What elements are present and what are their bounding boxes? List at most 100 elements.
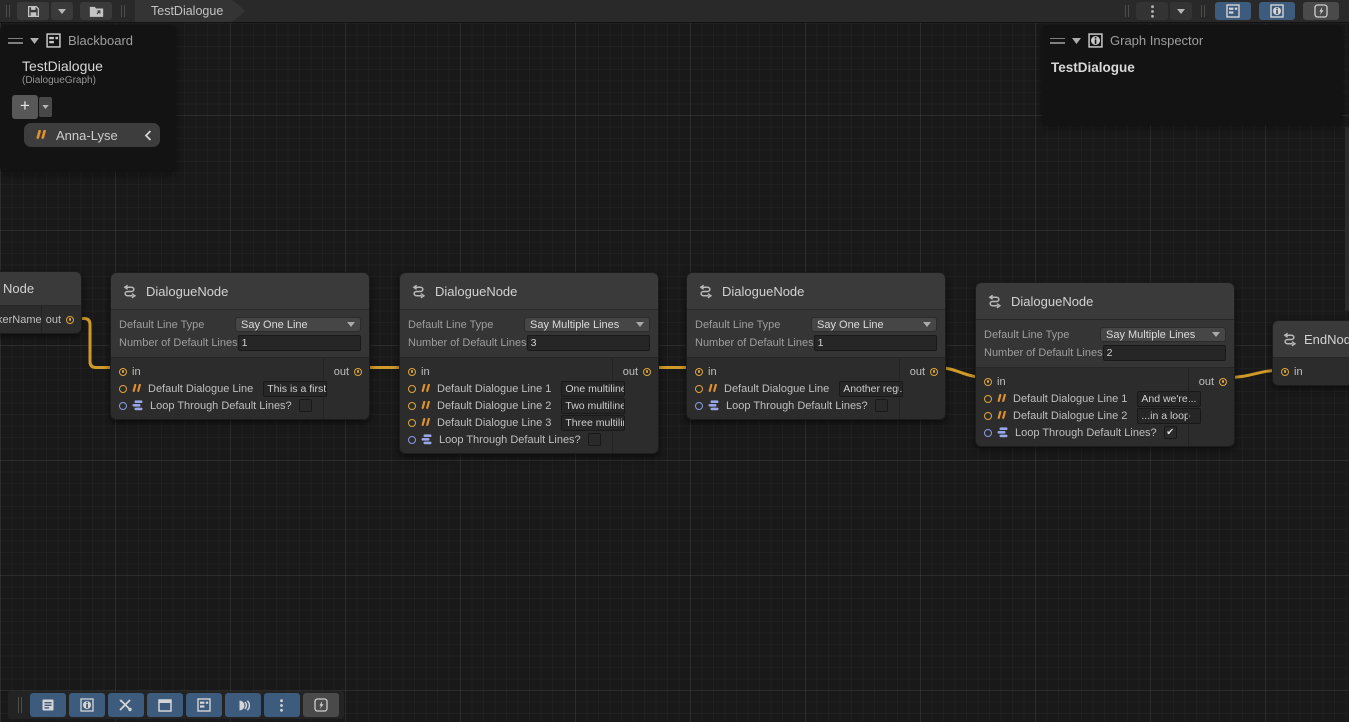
- dialogue-wave-button[interactable]: [225, 693, 261, 717]
- tools-button[interactable]: [108, 693, 144, 717]
- kebab-menu-icon: [1151, 5, 1154, 18]
- in-port[interactable]: [695, 368, 703, 376]
- toolbar-separator: [121, 5, 125, 17]
- dialogue-node-2[interactable]: DialogueNode Default Line Type Say Multi…: [399, 272, 659, 454]
- loop-checkbox[interactable]: [588, 433, 601, 446]
- toolbar-drag-handle[interactable]: [6, 5, 10, 17]
- dropdown-caret-icon: [1212, 332, 1220, 337]
- dialogue-line-field[interactable]: Another regu: [839, 381, 903, 397]
- top-toolbar: TestDialogue: [0, 0, 1349, 23]
- in-port[interactable]: [984, 378, 992, 386]
- spark-toggle-button[interactable]: [1303, 2, 1339, 20]
- dialogue-line-port[interactable]: [984, 395, 992, 403]
- collapse-caret-icon[interactable]: [1072, 38, 1081, 44]
- out-port[interactable]: [1219, 378, 1227, 386]
- dialogue-line-field[interactable]: This is a first: [263, 381, 327, 397]
- loop-port[interactable]: [984, 429, 992, 437]
- add-property-button[interactable]: +: [12, 95, 38, 119]
- line-type-dropdown[interactable]: Say One Line: [235, 317, 361, 332]
- spark-toggle-icon: [1314, 4, 1328, 18]
- dropdown-caret-icon: [42, 105, 49, 109]
- open-asset-button[interactable]: [80, 2, 112, 20]
- loop-port[interactable]: [119, 402, 127, 410]
- speaker-node-partial[interactable]: Node kerName out: [0, 271, 82, 334]
- inspector-header-label: Graph Inspector: [1110, 33, 1203, 48]
- inspector-icon: [1088, 33, 1103, 48]
- speaker-out-port[interactable]: [66, 316, 74, 324]
- dialogue-line-port[interactable]: [695, 385, 703, 393]
- blackboard-button[interactable]: [186, 693, 222, 717]
- quote-icon: [421, 384, 432, 393]
- blackboard-drag-handle[interactable]: [8, 38, 23, 44]
- speaker-node-title: Node: [0, 272, 81, 306]
- loop-checkbox[interactable]: [875, 399, 888, 412]
- bottom-toolbar: [8, 691, 344, 719]
- loop-checkbox[interactable]: [1164, 426, 1177, 439]
- loop-lines-icon: [132, 400, 145, 411]
- collapse-caret-icon[interactable]: [30, 38, 39, 44]
- chevron-left-icon[interactable]: [144, 130, 152, 141]
- tools-icon: [118, 698, 133, 712]
- window-button[interactable]: [147, 693, 183, 717]
- exposed-property-anna-lyse[interactable]: Anna-Lyse: [24, 123, 160, 147]
- loop-port[interactable]: [695, 402, 703, 410]
- blackboard-icon: [46, 33, 61, 48]
- out-port[interactable]: [930, 368, 938, 376]
- in-port[interactable]: [408, 368, 416, 376]
- dialogue-node-1[interactable]: DialogueNode Default Line Type Say One L…: [110, 272, 370, 420]
- inspector-drag-handle[interactable]: [1050, 38, 1065, 44]
- dialogue-flow-icon: [1281, 332, 1298, 347]
- dialogue-node-4[interactable]: DialogueNode Default Line Type Say Multi…: [975, 282, 1235, 447]
- dialogue-node-3[interactable]: DialogueNode Default Line Type Say One L…: [686, 272, 946, 420]
- loop-lines-icon: [421, 434, 434, 445]
- inspector-toggle-icon: [1270, 4, 1284, 18]
- blackboard-icon: [197, 698, 211, 712]
- console-button[interactable]: [30, 693, 66, 717]
- out-port[interactable]: [354, 368, 362, 376]
- num-lines-field[interactable]: 1: [814, 335, 937, 351]
- num-lines-field[interactable]: 3: [527, 335, 650, 351]
- dialogue-wave-icon: [236, 699, 250, 712]
- toolbar-separator-right: [1125, 5, 1129, 17]
- inspector-toggle-button[interactable]: [1259, 2, 1295, 20]
- dialogue-line-port[interactable]: [408, 419, 416, 427]
- out-port[interactable]: [643, 368, 651, 376]
- blackboard-toggle-button[interactable]: [1215, 2, 1251, 20]
- dialogue-flow-icon: [697, 284, 714, 299]
- dialogue-line-port[interactable]: [408, 402, 416, 410]
- spark-button[interactable]: [303, 693, 339, 717]
- num-lines-field[interactable]: 1: [238, 335, 361, 351]
- in-port[interactable]: [1281, 368, 1289, 376]
- dialogue-line-port[interactable]: [119, 385, 127, 393]
- info-button[interactable]: [69, 693, 105, 717]
- dialogue-line-port[interactable]: [984, 412, 992, 420]
- num-lines-field[interactable]: 2: [1103, 345, 1226, 361]
- blackboard-toggle-icon: [1226, 4, 1240, 18]
- overflow-menu-button[interactable]: [1136, 2, 1168, 20]
- in-port[interactable]: [119, 368, 127, 376]
- line-type-dropdown[interactable]: Say Multiple Lines: [524, 317, 650, 332]
- dialogue-line-port[interactable]: [408, 385, 416, 393]
- add-property-caret-button[interactable]: [39, 97, 52, 117]
- loop-port[interactable]: [408, 436, 416, 444]
- dropdown-caret-icon: [636, 322, 644, 327]
- bottom-toolbar-drag-handle[interactable]: [18, 697, 22, 713]
- line-type-dropdown[interactable]: Say One Line: [811, 317, 937, 332]
- line-type-dropdown[interactable]: Say Multiple Lines: [1100, 327, 1226, 342]
- dialogue-flow-icon: [986, 294, 1003, 309]
- loop-checkbox[interactable]: [299, 399, 312, 412]
- save-options-button[interactable]: [51, 2, 73, 20]
- quote-icon: [997, 411, 1008, 420]
- more-options-button[interactable]: [264, 693, 300, 717]
- speaker-port-label: kerName: [0, 314, 42, 326]
- info-icon: [80, 698, 94, 712]
- graph-tab[interactable]: TestDialogue: [135, 0, 245, 22]
- console-icon: [41, 698, 55, 712]
- end-node[interactable]: EndNode in: [1272, 320, 1349, 386]
- save-button[interactable]: [17, 2, 49, 20]
- node-title-bar: DialogueNode: [976, 283, 1234, 320]
- blackboard-graph-type: (DialogueGraph): [0, 74, 176, 86]
- loop-lines-icon: [997, 427, 1010, 438]
- overflow-menu-caret[interactable]: [1170, 2, 1192, 20]
- dropdown-caret-icon: [1177, 9, 1185, 14]
